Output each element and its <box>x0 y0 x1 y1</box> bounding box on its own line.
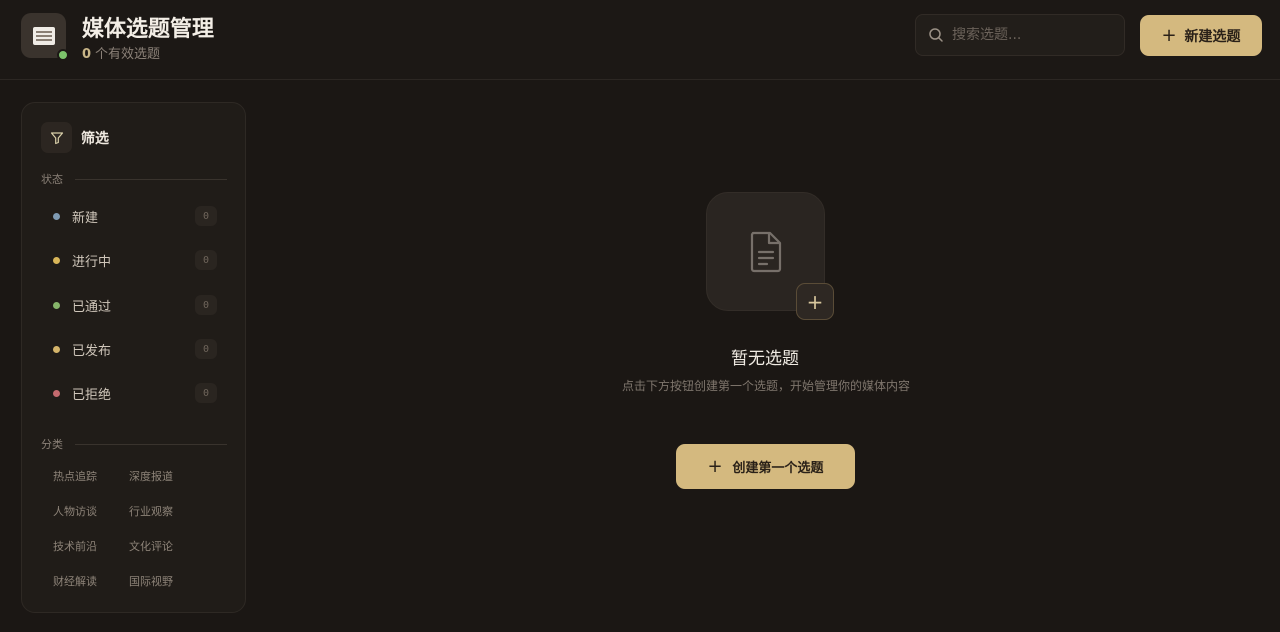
plus-icon: + <box>1161 25 1177 46</box>
category-hot-tracking[interactable]: 热点追踪 <box>53 468 97 484</box>
category-industry[interactable]: 行业观察 <box>129 503 173 519</box>
status-dot <box>53 212 60 220</box>
status-label: 已拒绝 <box>72 387 112 403</box>
status-section-label: 状态 <box>41 171 227 187</box>
status-count: 0 <box>195 295 217 315</box>
search-input[interactable] <box>952 27 1112 43</box>
page-title: 媒体选题管理 <box>82 16 215 42</box>
empty-state-title: 暂无选题 <box>731 349 799 369</box>
newspaper-icon <box>32 26 55 45</box>
app-logo <box>21 13 69 61</box>
category-section-label: 分类 <box>41 436 227 452</box>
search-icon <box>929 28 943 42</box>
status-label: 新建 <box>72 210 99 226</box>
status-count: 0 <box>195 250 217 270</box>
valid-topic-count: 0 <box>82 47 92 62</box>
category-tech[interactable]: 技术前沿 <box>53 538 97 554</box>
status-filter-approved[interactable]: 已通过 0 <box>41 288 217 322</box>
top-header: 媒体选题管理 0个有效选题 + 新建选题 <box>0 0 1280 80</box>
status-dot <box>53 256 60 264</box>
status-filter-in-progress[interactable]: 进行中 0 <box>41 243 217 277</box>
status-indicator <box>57 49 69 61</box>
new-topic-button[interactable]: + 新建选题 <box>1140 15 1262 56</box>
category-culture[interactable]: 文化评论 <box>129 538 173 554</box>
category-finance[interactable]: 财经解读 <box>53 573 97 589</box>
filter-header: 筛选 <box>41 122 109 153</box>
filter-icon <box>41 122 72 153</box>
status-dot <box>53 389 60 397</box>
status-filter-new[interactable]: 新建 0 <box>41 199 217 233</box>
status-filter-rejected[interactable]: 已拒绝 0 <box>41 376 217 410</box>
category-international[interactable]: 国际视野 <box>129 573 173 589</box>
valid-topic-summary: 0 个有效选题 <box>82 43 160 62</box>
create-first-topic-label: 创建第一个选题 <box>732 461 824 476</box>
create-first-topic-button[interactable]: + 创建第一个选题 <box>676 444 855 489</box>
status-count: 0 <box>195 383 217 403</box>
plus-icon: + <box>707 456 723 477</box>
add-badge-icon: + <box>796 283 834 320</box>
status-label: 已通过 <box>72 299 112 315</box>
empty-state-description: 点击下方按钮创建第一个选题，开始管理你的媒体内容 <box>621 379 910 393</box>
valid-topic-label: 个有效选题 <box>95 47 161 62</box>
new-topic-label: 新建选题 <box>1184 28 1241 45</box>
filter-title: 筛选 <box>81 130 109 147</box>
category-interview[interactable]: 人物访谈 <box>53 503 97 519</box>
status-dot <box>53 301 60 309</box>
category-in-depth[interactable]: 深度报道 <box>129 468 173 484</box>
document-icon <box>750 231 781 272</box>
status-count: 0 <box>195 206 217 226</box>
status-label: 进行中 <box>72 254 112 270</box>
search-box[interactable] <box>915 14 1125 56</box>
